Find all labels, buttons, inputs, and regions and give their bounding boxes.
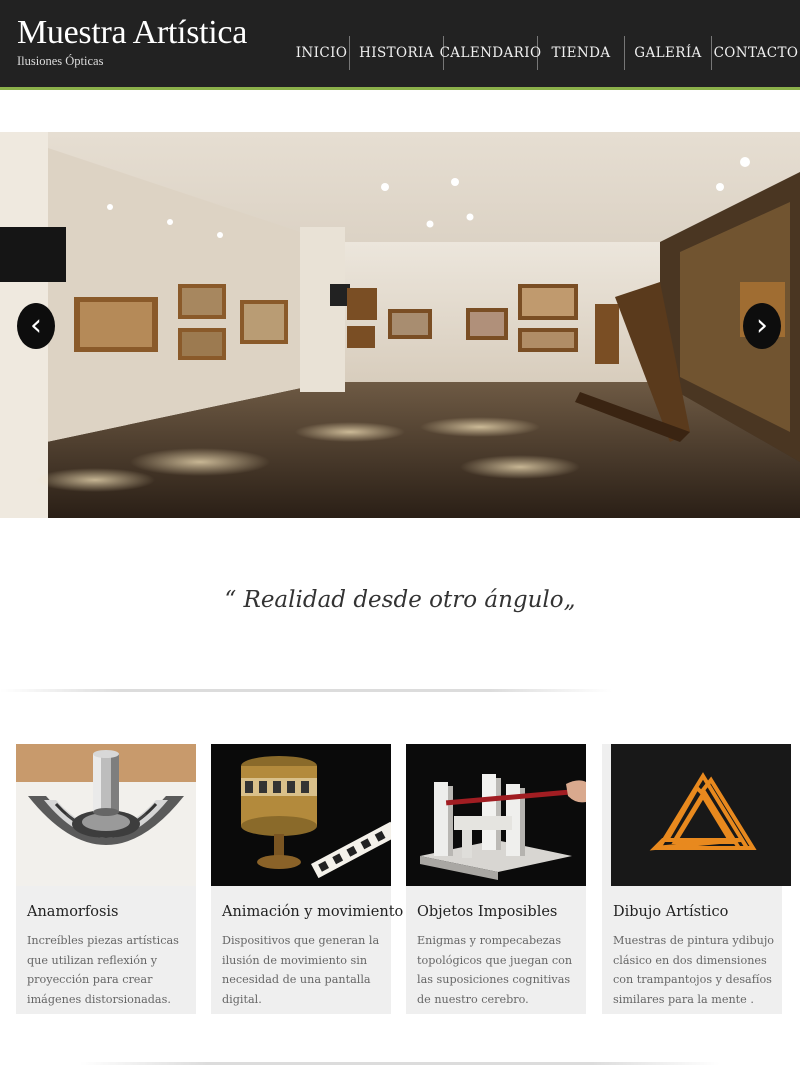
card-description: Increíbles piezas artísticas que utiliza… (27, 934, 179, 1006)
gallery-interior-photo (0, 132, 800, 518)
main-nav: INICIO HISTORIA CALENDARIO TIENDA GALERÍ… (294, 36, 800, 70)
feature-card-dibujo[interactable]: Dibujo Artístico Muestras de pintura ydi… (602, 744, 791, 1014)
feature-card-anamorfosis[interactable]: Anamorfosis Increíbles piezas artísticas… (16, 744, 196, 1014)
card-description: Dispositivos que generan la ilusión de m… (222, 934, 380, 1006)
feature-card-animacion[interactable]: Animación y movimiento Dispositivos que … (211, 744, 403, 1014)
nav-item-inicio[interactable]: INICIO (294, 36, 350, 70)
card-description: Enigmas y rompecabezas topológicos que j… (417, 934, 573, 1006)
impossible-object-image (406, 744, 586, 886)
card-title[interactable]: Dibujo Artístico (613, 904, 728, 920)
nav-item-calendario[interactable]: CALENDARIO (440, 36, 541, 70)
footer-divider (80, 1062, 720, 1065)
section-divider (0, 689, 612, 692)
nav-item-galeria[interactable]: GALERÍA (625, 36, 712, 70)
zoetrope-image (211, 744, 391, 886)
anamorphic-cylinder-image (16, 744, 196, 886)
site-subtitle: Ilusiones Ópticas (17, 54, 104, 68)
hero-slider: ‹ › (0, 132, 800, 518)
penrose-triangle-image (611, 744, 791, 886)
card-title[interactable]: Animación y movimiento (222, 904, 403, 920)
card-description: Muestras de pintura ydibujo clásico en d… (613, 934, 775, 1006)
site-title[interactable]: Muestra Artística (17, 14, 247, 52)
slider-prev-button[interactable]: ‹ (17, 303, 55, 349)
card-title[interactable]: Objetos Imposibles (417, 904, 557, 920)
tagline-quote: “ Realidad desde otro ángulo„ (224, 587, 576, 613)
nav-item-tienda[interactable]: TIENDA (538, 36, 625, 70)
site-header: Muestra Artística Ilusiones Ópticas INIC… (0, 0, 800, 90)
nav-item-contacto[interactable]: CONTACTO (712, 36, 800, 70)
card-title[interactable]: Anamorfosis (27, 904, 118, 920)
feature-card-objetos[interactable]: Objetos Imposibles Enigmas y rompecabeza… (406, 744, 586, 1014)
slider-next-button[interactable]: › (743, 303, 781, 349)
nav-item-historia[interactable]: HISTORIA (350, 36, 444, 70)
